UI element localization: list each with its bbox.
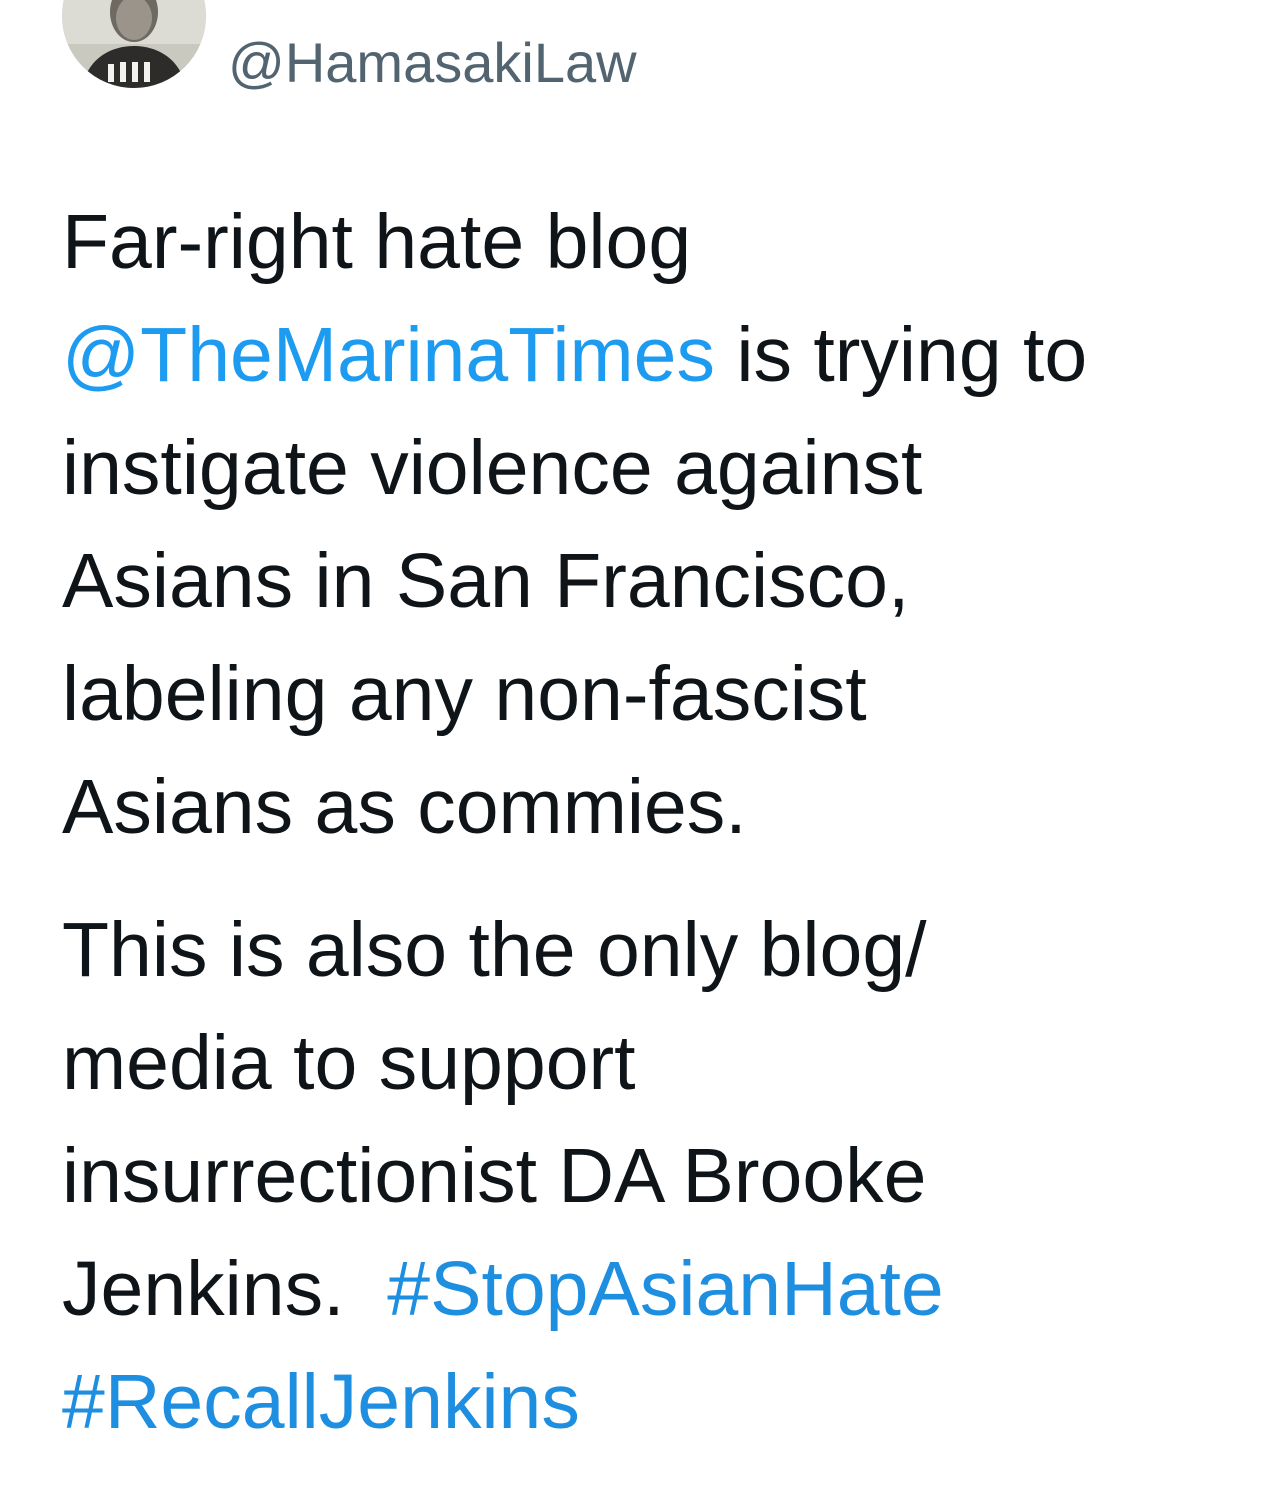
tweet-line: @TheMarinaTimes is trying to	[62, 299, 1252, 412]
hashtag-stopasianhate-link[interactable]: #StopAsianHate	[387, 1246, 943, 1332]
tweet-line: Asians as commies.	[62, 764, 747, 850]
tweet-line: #RecallJenkins	[62, 1346, 1252, 1459]
tweet-text-fragment: is trying to	[714, 312, 1088, 398]
tweet-paragraph-1: Far-right hate blog @TheMarinaTimes is t…	[62, 186, 1252, 864]
tweet-line: Asians in San Francisco,	[62, 538, 910, 624]
tweet-line: instigate violence against	[62, 425, 923, 511]
hashtag-recalljenkins-link[interactable]: #RecallJenkins	[62, 1359, 580, 1445]
tweet-line: insurrectionist DA Brooke	[62, 1133, 927, 1219]
tweet-line: media to support	[62, 1020, 636, 1106]
author-handle[interactable]: @HamasakiLaw	[228, 33, 637, 93]
tweet-paragraph-2: This is also the only blog/ media to sup…	[62, 894, 1252, 1459]
tweet-line: This is also the only blog/	[62, 907, 927, 993]
mention-link[interactable]: @TheMarinaTimes	[62, 312, 715, 398]
tweet-text: Far-right hate blog @TheMarinaTimes is t…	[62, 186, 1252, 1459]
avatar[interactable]	[62, 0, 206, 88]
tweet-line: labeling any non-fascist	[62, 651, 867, 737]
tweet-line: Far-right hate blog	[62, 199, 692, 285]
tweet-text-fragment: Jenkins.	[62, 1246, 388, 1332]
avatar-photo-icon	[62, 0, 206, 88]
tweet-line: Jenkins. #StopAsianHate	[62, 1233, 1252, 1346]
tweet-header: ​ @HamasakiLaw	[0, 0, 1284, 110]
